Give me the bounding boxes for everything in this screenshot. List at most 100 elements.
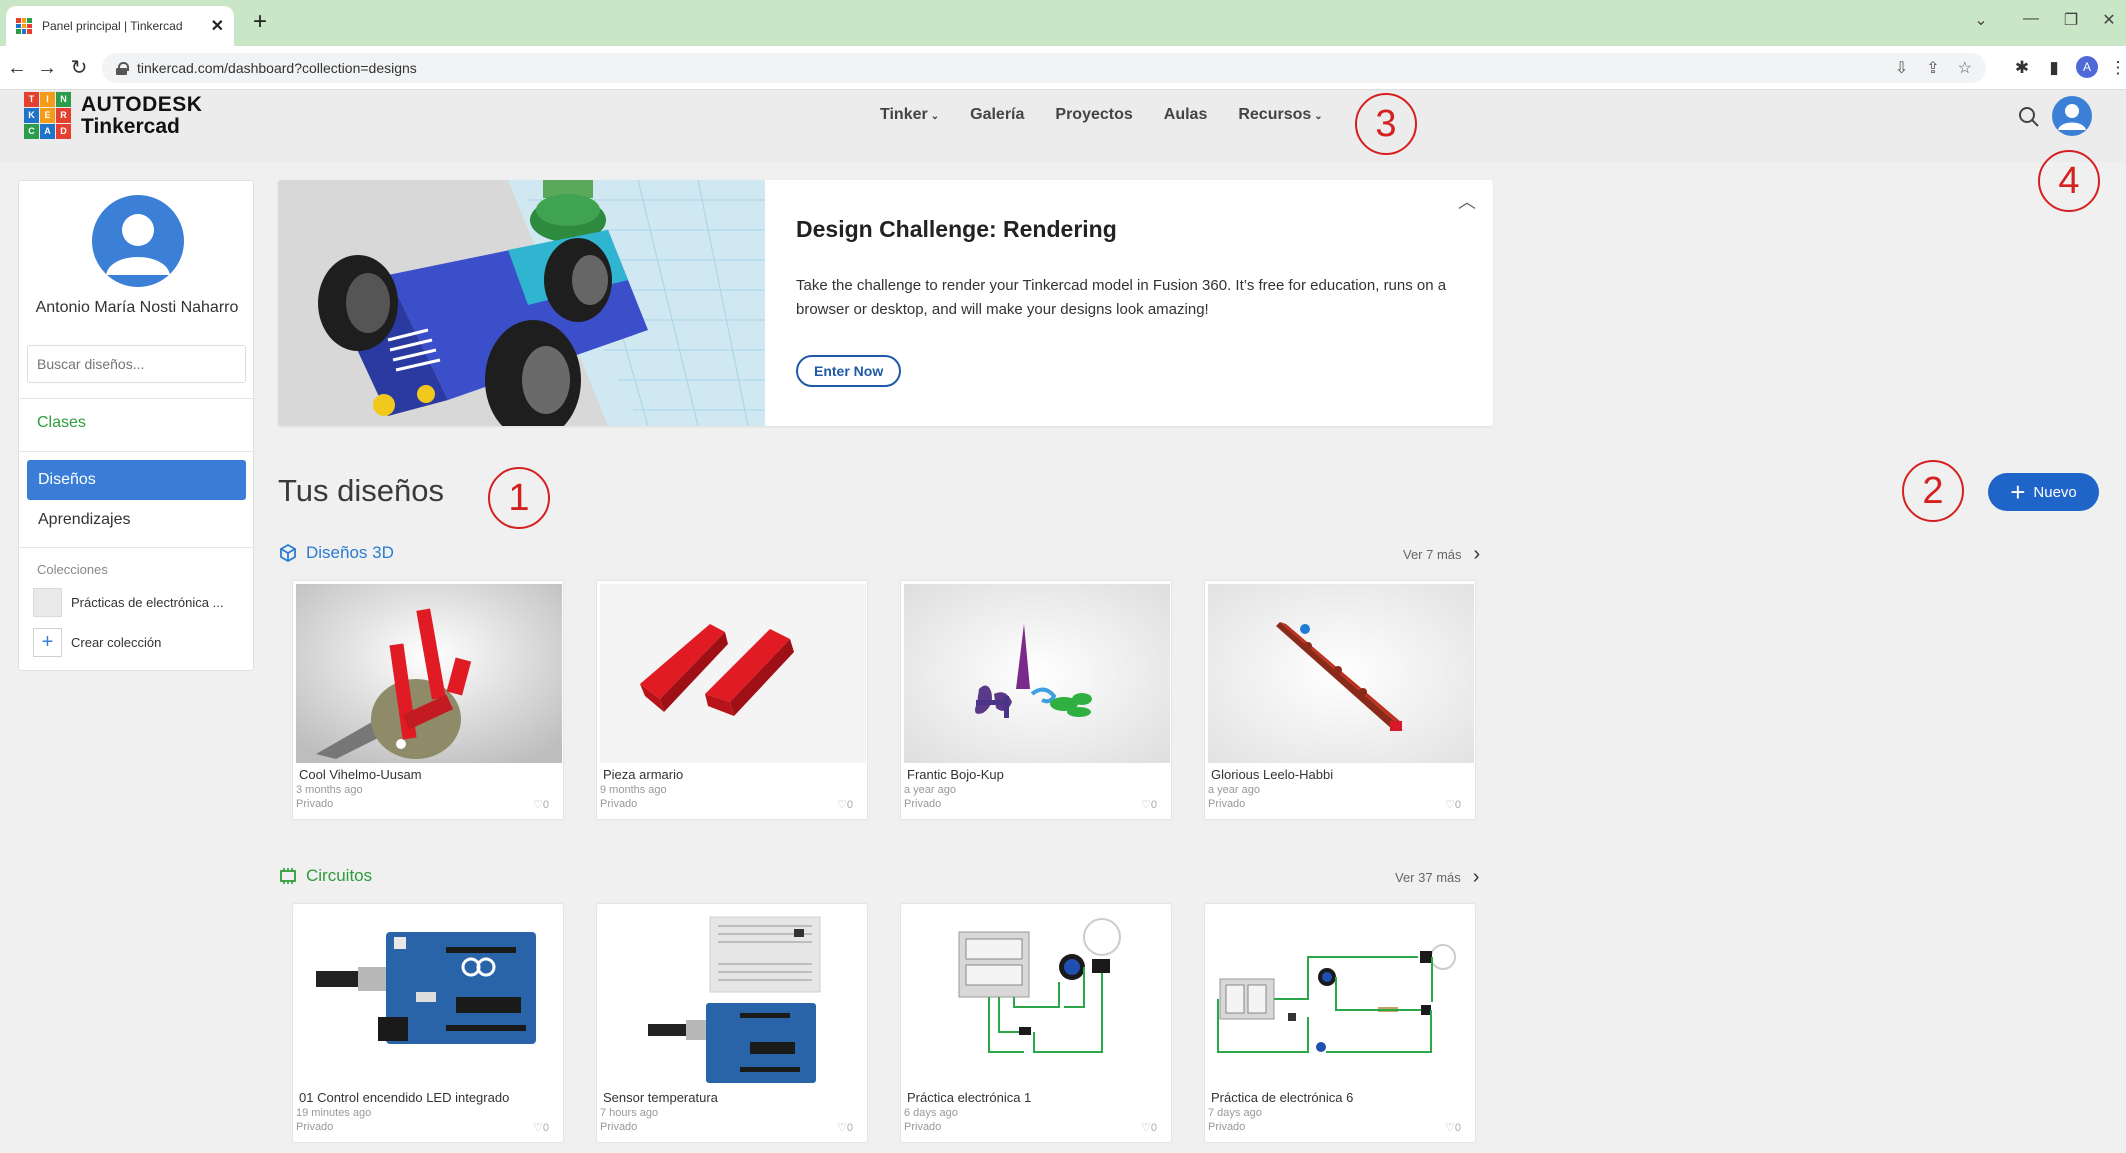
reload-icon[interactable]: ↻ — [66, 55, 92, 81]
circuit-card[interactable]: Práctica de electrónica 6 7 days ago Pri… — [1204, 903, 1476, 1143]
browser-tab[interactable]: Panel principal | Tinkercad ✕ — [6, 6, 234, 46]
like-count[interactable]: ♡0 — [1445, 798, 1461, 811]
share-icon[interactable]: ⇪ — [1926, 58, 1939, 78]
card-time: 7 hours ago — [600, 1107, 659, 1119]
collections-heading: Colecciones — [37, 562, 108, 577]
collection-item[interactable]: Prácticas de electrónica ... — [33, 588, 223, 617]
bookmark-star-icon[interactable]: ☆ — [1958, 58, 1972, 78]
divider — [19, 547, 255, 548]
circuit-card[interactable]: 01 Control encendido LED integrado 19 mi… — [292, 903, 564, 1143]
design-card[interactable]: Pieza armario 9 months ago Privado ♡0 — [596, 580, 868, 820]
card-privacy: Privado — [600, 1121, 638, 1133]
like-count[interactable]: ♡0 — [533, 1121, 549, 1134]
url-text: tinkercad.com/dashboard?collection=desig… — [137, 60, 417, 76]
banner-car-image — [278, 180, 765, 426]
sidebar-item-aprendizajes[interactable]: Aprendizajes — [38, 511, 131, 529]
ver-mas-label: Ver 37 más — [1395, 870, 1461, 885]
search-designs-input[interactable] — [27, 345, 246, 383]
extensions-icon[interactable]: ✱ — [2010, 58, 2034, 78]
logo-letter: E — [40, 108, 55, 123]
user-avatar-large — [92, 195, 184, 287]
browser-toolbar: ← → ↻ tinkercad.com/dashboard?collection… — [0, 46, 2126, 90]
nav-galeria[interactable]: Galería — [970, 106, 1024, 124]
ver-mas-3d-link[interactable]: Ver 7 más › — [1403, 543, 1480, 566]
minimize-icon[interactable]: — — [2016, 10, 2046, 28]
design-card[interactable]: Frantic Bojo-Kup a year ago Privado ♡0 — [900, 580, 1172, 820]
browser-profile-avatar[interactable]: A — [2076, 56, 2098, 78]
circuit-thumbnail — [1208, 907, 1474, 1086]
circuit-card[interactable]: Práctica electrónica 1 6 days ago Privad… — [900, 903, 1172, 1143]
user-name: Antonio María Nosti Naharro — [35, 299, 239, 316]
close-window-icon[interactable]: ✕ — [2094, 10, 2124, 30]
banner-description: Take the challenge to render your Tinker… — [796, 277, 1447, 318]
create-collection-button[interactable]: + Crear colección — [33, 628, 161, 657]
plus-icon: + — [33, 628, 62, 657]
nav-proyectos[interactable]: Proyectos — [1055, 106, 1132, 124]
circuits-heading[interactable]: Circuitos — [278, 866, 372, 886]
divider — [19, 451, 255, 452]
nav-aulas[interactable]: Aulas — [1164, 106, 1208, 124]
install-app-icon[interactable]: ⇩ — [1895, 58, 1908, 78]
sidebar-item-clases[interactable]: Clases — [37, 414, 86, 432]
card-time: a year ago — [1208, 784, 1260, 796]
design-card[interactable]: Glorious Leelo-Habbi a year ago Privado … — [1204, 580, 1476, 820]
logo-letter: D — [56, 124, 71, 139]
logo-letter: T — [24, 92, 39, 107]
create-collection-label: Crear colección — [71, 635, 162, 650]
card-title: 01 Control encendido LED integrado — [299, 1090, 510, 1105]
card-title: Glorious Leelo-Habbi — [1211, 767, 1334, 782]
browser-menu-icon[interactable]: ⋮ — [2106, 58, 2126, 78]
plus-icon: + — [2010, 477, 2026, 507]
user-avatar[interactable] — [2052, 96, 2092, 136]
like-count[interactable]: ♡0 — [837, 798, 853, 811]
nav-tinker[interactable]: Tinker ⌄ — [880, 106, 939, 124]
like-count[interactable]: ♡0 — [837, 1121, 853, 1134]
side-panel-icon[interactable]: ▮ — [2042, 58, 2066, 78]
collection-label: Prácticas de electrónica ... — [71, 595, 224, 610]
browser-tab-bar: Panel principal | Tinkercad ✕ + ⌄ — ❐ ✕ — [0, 0, 2126, 46]
designs-3d-heading[interactable]: Diseños 3D — [278, 543, 394, 563]
circuits-label: Circuitos — [306, 866, 373, 885]
card-time: 6 days ago — [904, 1107, 958, 1119]
like-count[interactable]: ♡0 — [1141, 798, 1157, 811]
tab-close-icon[interactable]: ✕ — [211, 16, 224, 36]
card-privacy: Privado — [600, 798, 638, 810]
chevron-down-icon: ⌄ — [930, 111, 940, 122]
back-icon[interactable]: ← — [4, 55, 30, 81]
annotation-3: 3 — [1355, 93, 1417, 155]
logo-letter: A — [40, 124, 55, 139]
tinkercad-logo[interactable]: TIN KER CAD AUTODESK Tinkercad — [24, 92, 202, 139]
divider — [19, 398, 255, 399]
new-tab-button[interactable]: + — [246, 9, 274, 37]
circuit-card[interactable]: Sensor temperatura 7 hours ago Privado ♡… — [596, 903, 868, 1143]
like-count[interactable]: ♡0 — [1141, 1121, 1157, 1134]
forward-icon[interactable]: → — [34, 55, 60, 81]
sidebar-item-disenos[interactable]: Diseños — [27, 460, 246, 500]
ver-mas-circuits-link[interactable]: Ver 37 más › — [1395, 866, 1479, 889]
new-design-button[interactable]: + Nuevo — [1988, 473, 2099, 511]
card-title: Práctica de electrónica 6 — [1211, 1090, 1354, 1105]
annotation-2: 2 — [1902, 460, 1964, 522]
like-count[interactable]: ♡0 — [1445, 1121, 1461, 1134]
logo-letter: C — [24, 124, 39, 139]
tab-search-chevron-icon[interactable]: ⌄ — [1966, 10, 1996, 30]
card-title: Pieza armario — [603, 767, 684, 782]
collapse-chevron-up-icon[interactable]: ︿ — [1458, 188, 1476, 214]
card-time: 19 minutes ago — [296, 1107, 372, 1119]
tab-title: Panel principal | Tinkercad — [42, 19, 183, 33]
site-header: TIN KER CAD AUTODESK Tinkercad Tinker ⌄ Gal… — [0, 90, 2126, 162]
like-count[interactable]: ♡0 — [533, 798, 549, 811]
circuit-thumbnail — [296, 907, 562, 1086]
card-privacy: Privado — [904, 798, 942, 810]
logo-letter: I — [40, 92, 55, 107]
enter-now-button[interactable]: Enter Now — [796, 355, 902, 387]
address-bar[interactable]: tinkercad.com/dashboard?collection=desig… — [102, 53, 1986, 83]
restore-icon[interactable]: ❐ — [2056, 10, 2086, 30]
design-card[interactable]: Cool Vihelmo-Uusam 3 months ago Privado … — [292, 580, 564, 820]
nav-recursos[interactable]: Recursos ⌄ — [1238, 106, 1322, 124]
logo-letter: R — [56, 108, 71, 123]
design-thumbnail — [600, 584, 866, 763]
search-icon[interactable] — [2016, 104, 2042, 130]
ver-mas-label: Ver 7 más — [1403, 547, 1462, 562]
annotation-4: 4 — [2038, 150, 2100, 212]
